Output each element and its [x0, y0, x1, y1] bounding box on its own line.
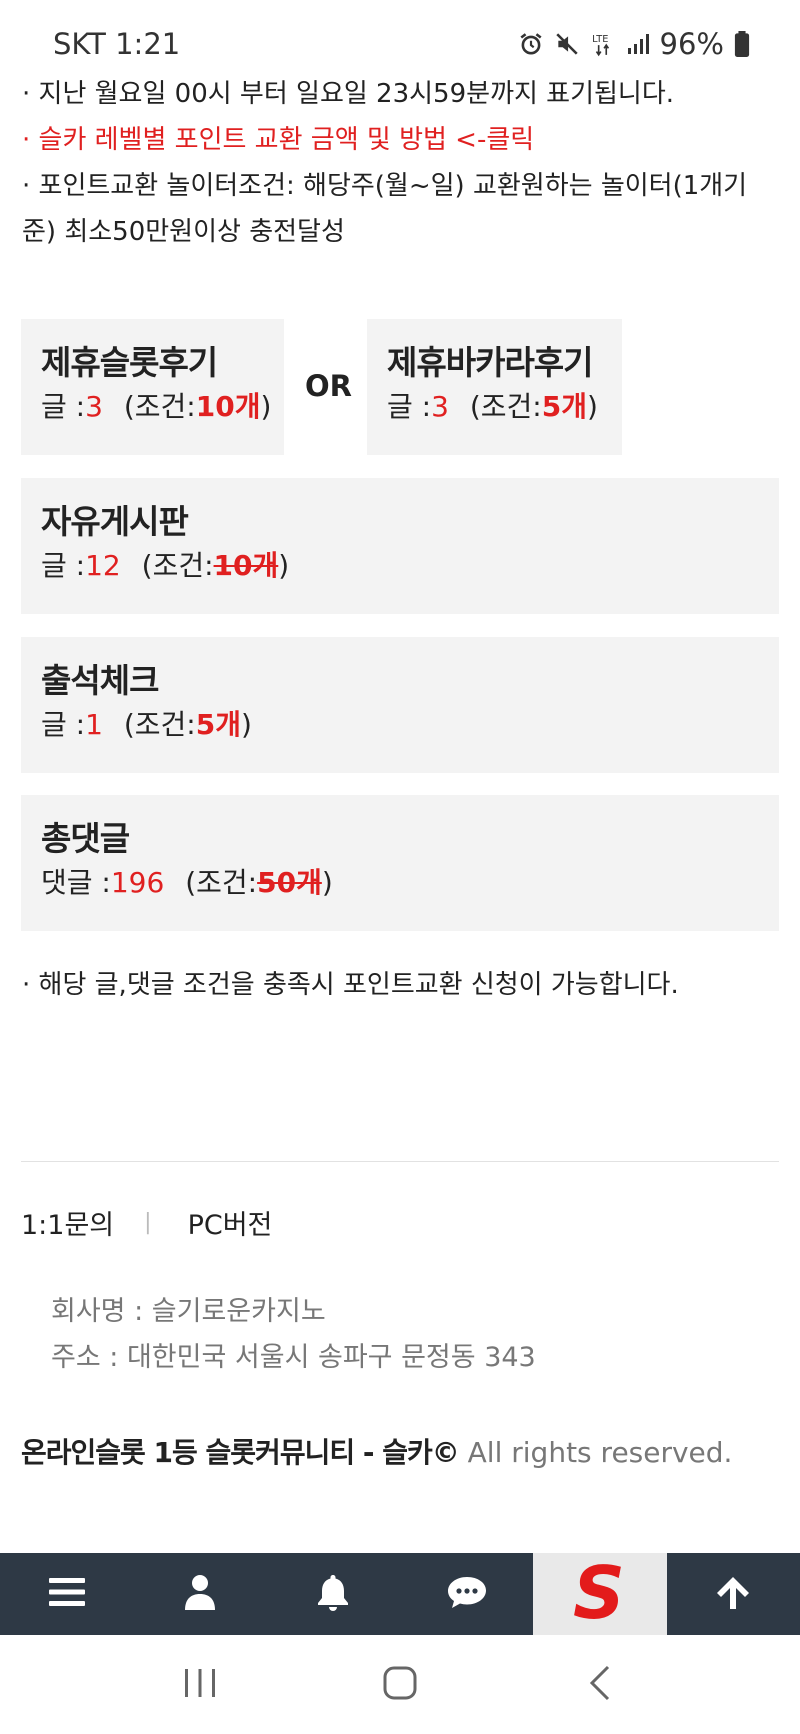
required-count: 5개: [541, 390, 587, 423]
required-count: 5개: [195, 708, 241, 741]
back-button[interactable]: [560, 1655, 640, 1715]
user-icon: [184, 1574, 215, 1614]
comment-count: 196: [110, 866, 165, 899]
post-count: 12: [85, 549, 121, 582]
condition-close: ): [260, 390, 272, 423]
back-icon: [588, 1665, 612, 1705]
level-point-exchange-link[interactable]: · 슬카 레벨별 포인트 교환 금액 및 방법 <-클릭: [22, 117, 782, 163]
condition-close: ): [278, 549, 290, 582]
stat-label: 글 :: [41, 549, 86, 582]
scroll-top-button[interactable]: [667, 1553, 800, 1635]
chat-button[interactable]: [400, 1553, 533, 1635]
card-title: 총댓글: [41, 819, 130, 858]
footer-links: 1:1문의 | PC버전: [21, 1203, 272, 1242]
card-title: 제휴슬롯후기: [41, 343, 218, 382]
carrier-time: SKT 1:21: [53, 27, 181, 61]
battery-icon: [734, 31, 750, 57]
inquiry-link[interactable]: 1:1문의: [21, 1203, 114, 1242]
total-comments-card: 총댓글 댓글 :196 (조건:50개): [21, 795, 779, 931]
post-count: 1: [85, 708, 103, 741]
logo-s: S: [567, 1551, 633, 1635]
bell-icon: [315, 1573, 351, 1615]
battery-percent: 96%: [659, 27, 724, 61]
profile-button[interactable]: [133, 1553, 266, 1635]
stat-label: 글 :: [387, 390, 432, 423]
condition-open: (조건:: [123, 708, 196, 741]
lte-icon: LTE: [590, 31, 616, 57]
condition-open: (조건:: [469, 390, 542, 423]
card-stat: 댓글 :196 (조건:50개): [41, 861, 759, 905]
stat-label: 댓글 :: [41, 866, 111, 899]
required-count: 10개: [195, 390, 261, 423]
attendance-card: 출석체크 글 :1 (조건:5개): [21, 637, 779, 773]
card-stat: 글 :1 (조건:5개): [41, 703, 759, 747]
required-count-met: 10개: [213, 549, 279, 582]
pc-version-link[interactable]: PC버전: [188, 1203, 273, 1242]
copyright: 온라인슬롯 1등 슬롯커뮤니티 - 슬카© All rights reserve…: [21, 1431, 732, 1471]
post-count: 3: [85, 390, 103, 423]
bottom-nav-bar: S: [0, 1551, 800, 1635]
condition-close: ): [240, 708, 252, 741]
home-logo-button[interactable]: S: [533, 1551, 667, 1635]
footer-divider: [21, 1161, 779, 1162]
card-title: 제휴바카라후기: [387, 343, 594, 382]
company-name: 회사명 : 슬기로운카지노: [51, 1296, 326, 1327]
or-label: OR: [305, 369, 352, 403]
arrow-up-icon: [715, 1575, 751, 1613]
chat-icon: [446, 1575, 488, 1613]
home-icon: [383, 1666, 417, 1704]
stat-label: 글 :: [41, 708, 86, 741]
required-count-met: 50개: [257, 866, 322, 899]
condition-open: (조건:: [141, 549, 214, 582]
menu-icon: [48, 1576, 85, 1612]
card-stat: 글 :12 (조건:10개): [41, 544, 759, 588]
condition-open: (조건:: [123, 390, 196, 423]
copyright-rights: All rights reserved.: [458, 1436, 733, 1469]
svg-text:LTE: LTE: [592, 34, 608, 45]
home-button[interactable]: [360, 1655, 440, 1715]
condition-open: (조건:: [185, 866, 258, 899]
notice-period: · 지난 월요일 00시 부터 일요일 23시59분까지 표기됩니다.: [22, 79, 675, 109]
stat-label: 글 :: [41, 390, 86, 423]
recent-apps-icon: [183, 1667, 217, 1703]
recent-apps-button[interactable]: [160, 1655, 240, 1715]
card-title: 출석체크: [41, 661, 159, 700]
notifications-button[interactable]: [267, 1553, 400, 1635]
company-address: 주소 : 대한민국 서울시 송파구 문정동 343: [51, 1342, 536, 1373]
condition-close: ): [321, 866, 333, 899]
alarm-icon: [518, 31, 544, 57]
baccarat-review-card: 제휴바카라후기 글 :3 (조건:5개): [367, 319, 622, 455]
slot-review-card: 제휴슬롯후기 글 :3 (조건:10개): [21, 319, 284, 455]
status-icons: LTE 96%: [518, 27, 750, 61]
notice-condition-line2: 준) 최소50만원이상 충전달성: [22, 217, 345, 247]
mute-icon: [554, 31, 580, 57]
notice-condition-line1: · 포인트교환 놀이터조건: 해당주(월~일) 교환원하는 놀이터(1개기: [22, 171, 748, 201]
card-stat: 글 :3 (조건:10개): [41, 385, 271, 429]
menu-button[interactable]: [0, 1553, 133, 1635]
svg-text:S: S: [573, 1558, 625, 1626]
free-board-card: 자유게시판 글 :12 (조건:10개): [21, 478, 779, 614]
bottom-notice: · 해당 글,댓글 조건을 충족시 포인트교환 신청이 가능합니다.: [22, 970, 679, 1000]
copyright-brand: 온라인슬롯 1등 슬롯커뮤니티 - 슬카©: [21, 1436, 460, 1469]
footer-separator: |: [144, 1210, 152, 1235]
card-title: 자유게시판: [41, 502, 189, 541]
post-count: 3: [431, 390, 449, 423]
card-stat: 글 :3 (조건:5개): [387, 385, 602, 429]
system-nav-bar: [0, 1635, 800, 1734]
signal-icon: [626, 32, 650, 56]
condition-close: ): [586, 390, 598, 423]
